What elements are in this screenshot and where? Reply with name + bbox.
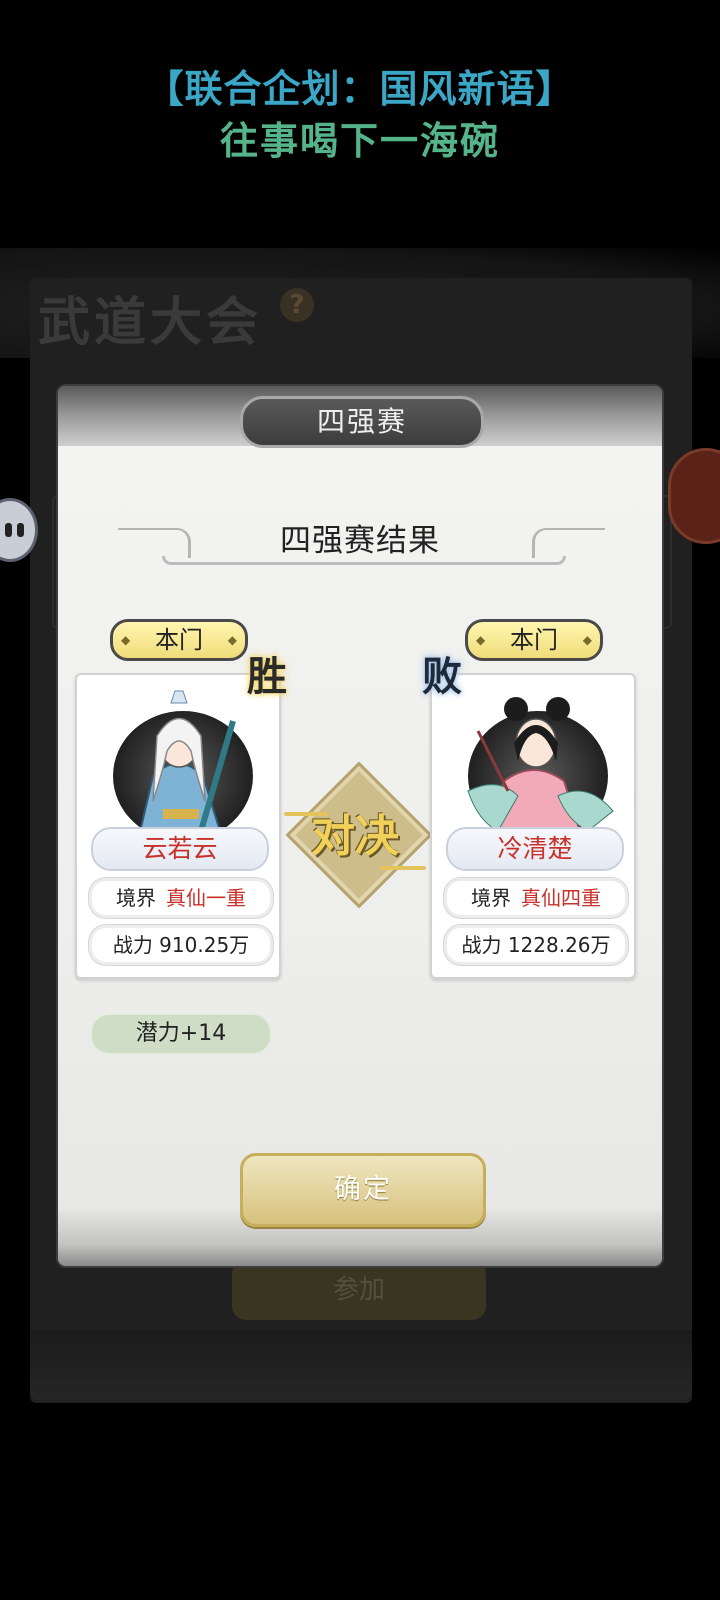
left-fighter-power: 战力 910.25万	[89, 925, 273, 965]
left-fighter-portrait	[83, 681, 273, 841]
right-fighter-portrait	[438, 681, 628, 841]
versus-swoosh-right	[380, 866, 426, 870]
potential-badge: 潜力+14	[90, 1013, 272, 1055]
left-fighter-realm: 境界 真仙一重	[89, 878, 273, 918]
confirm-button[interactable]: 确定	[240, 1153, 486, 1227]
banner-title: 【联合企划：国风新语】	[145, 67, 575, 111]
left-fighter-card: 云若云 境界 真仙一重 战力 910.25万	[75, 673, 281, 979]
right-fighter-card: 冷清楚 境界 真仙四重 战力 1228.26万	[430, 673, 636, 979]
left-fighter-name: 云若云	[91, 827, 269, 871]
background-bottom-wave	[30, 1330, 692, 1400]
result-title: 四强赛结果	[280, 523, 440, 559]
right-fighter-name: 冷清楚	[446, 827, 624, 871]
modal-tab-title: 四强赛	[240, 396, 484, 448]
background-title: 武道大会	[38, 292, 263, 353]
right-sect-tag: 本门	[465, 619, 603, 661]
lose-badge: 败	[422, 653, 462, 700]
right-realm-label: 境界	[471, 886, 511, 910]
left-realm-label: 境界	[116, 886, 156, 910]
versus-label: 对决	[311, 811, 399, 862]
left-realm-value: 真仙一重	[166, 886, 246, 910]
left-sect-tag: 本门	[110, 619, 248, 661]
win-badge: 胜	[247, 653, 287, 700]
right-realm-value: 真仙四重	[521, 886, 601, 910]
side-avatar-right-icon[interactable]	[668, 448, 720, 544]
join-button[interactable]: 参加	[232, 1260, 486, 1320]
right-fighter-power: 战力 1228.26万	[444, 925, 628, 965]
help-icon[interactable]: ?	[280, 288, 314, 322]
right-fighter-realm: 境界 真仙四重	[444, 878, 628, 918]
banner-subtitle: 往事喝下一海碗	[219, 119, 500, 163]
